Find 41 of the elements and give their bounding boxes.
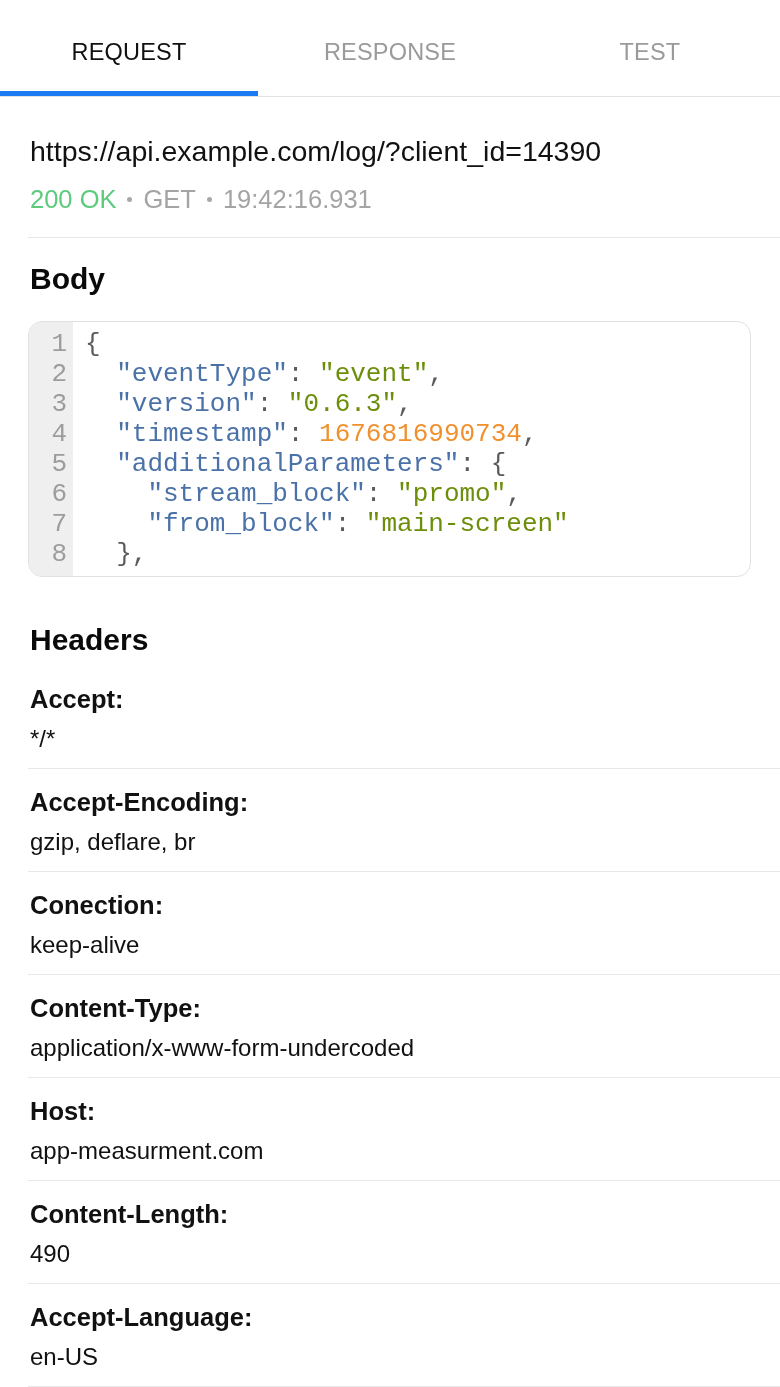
header-value: gzip, deflare, br xyxy=(30,827,197,857)
tab[interactable]: TEST xyxy=(520,0,780,96)
header-value: app-measurment.com xyxy=(30,1136,265,1166)
request-url: https://api.example.com/log/?client_id=14390 xyxy=(30,134,603,169)
header-name: Accept-Language: xyxy=(30,1302,254,1333)
section-heading: Headers xyxy=(30,622,150,658)
http-status: 200 OK xyxy=(30,184,117,215)
header-name: Conection: xyxy=(30,890,165,921)
section-heading: Body xyxy=(30,261,106,297)
separator-dot-icon xyxy=(127,196,133,202)
separator-dot-icon xyxy=(206,196,212,202)
line-number: 2 xyxy=(50,359,67,389)
header-name: Accept: xyxy=(30,684,125,715)
line-number: 5 xyxy=(50,449,67,479)
header-value: en-US xyxy=(30,1342,100,1372)
code-line: "version": "0.6.3", xyxy=(115,389,414,419)
tab[interactable]: RESPONSE xyxy=(260,0,520,96)
request-time: 19:42:16.931 xyxy=(222,184,372,215)
line-number: 6 xyxy=(50,479,67,509)
header-value: keep-alive xyxy=(30,930,141,960)
line-number: 8 xyxy=(50,539,67,569)
code-line: { xyxy=(85,329,102,359)
header-name: Content-Type: xyxy=(30,993,202,1024)
code-line: "timestamp": 1676816990734, xyxy=(115,419,539,449)
tab[interactable]: REQUEST xyxy=(0,0,258,96)
line-number: 4 xyxy=(50,419,67,449)
header-name: Accept-Encoding: xyxy=(30,787,250,818)
header-value: 490 xyxy=(30,1239,72,1269)
code-line: "additionalParameters": { xyxy=(115,449,508,479)
line-number: 3 xyxy=(50,389,67,419)
header-name: Host: xyxy=(30,1096,97,1127)
code-line: }, xyxy=(115,539,149,569)
header-name: Content-Length: xyxy=(30,1199,230,1230)
header-value: application/x-www-form-undercoded xyxy=(30,1033,416,1063)
header-value: */* xyxy=(30,724,57,754)
request-method: GET xyxy=(143,184,196,215)
line-number: 1 xyxy=(50,329,67,359)
code-line: "stream_block": "promo", xyxy=(146,479,523,509)
code-line: "from_block": "main-screen" xyxy=(146,509,570,539)
line-number: 7 xyxy=(50,509,67,539)
code-line: "eventType": "event", xyxy=(115,359,445,389)
